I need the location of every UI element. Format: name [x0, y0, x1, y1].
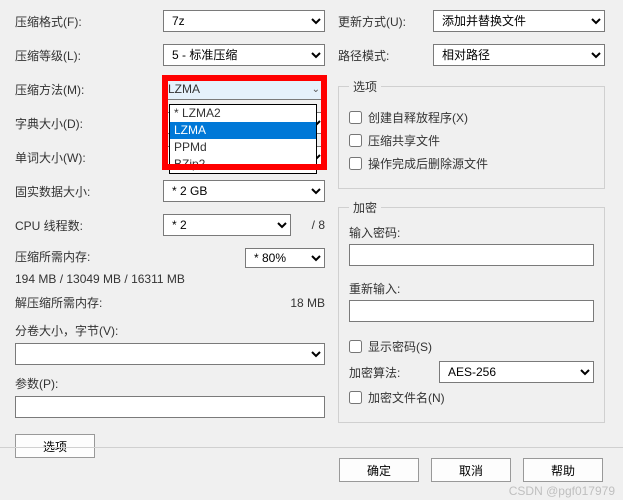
encryption-legend: 加密 — [349, 199, 381, 216]
watermark: CSDN @pgf017979 — [509, 484, 615, 498]
pathmode-label: 路径模式: — [338, 47, 433, 64]
password-label: 输入密码: — [349, 224, 594, 241]
dict-label: 字典大小(D): — [15, 115, 163, 132]
password-input[interactable] — [349, 244, 594, 266]
encryption-fieldset: 加密 输入密码: 重新输入: 显示密码(S) 加密算法: AES-256 加密文… — [338, 199, 605, 423]
method-option[interactable]: BZip2 — [170, 156, 316, 173]
repassword-input[interactable] — [349, 300, 594, 322]
mem-compress-label: 压缩所需内存: — [15, 248, 90, 268]
cpu-total: / 8 — [291, 218, 325, 232]
cpu-select[interactable]: * 2 — [163, 214, 291, 236]
params-input[interactable] — [15, 396, 325, 418]
cancel-button[interactable]: 取消 — [431, 458, 511, 482]
enc-method-label: 加密算法: — [349, 364, 439, 381]
chevron-down-icon: ⌄ — [312, 84, 320, 95]
sfx-checkbox[interactable] — [349, 111, 362, 124]
shared-label: 压缩共享文件 — [368, 132, 440, 149]
ok-button[interactable]: 确定 — [339, 458, 419, 482]
repassword-label: 重新输入: — [349, 280, 594, 297]
cpu-label: CPU 线程数: — [15, 217, 163, 234]
showpwd-label: 显示密码(S) — [368, 338, 432, 355]
method-label: 压缩方法(M): — [15, 81, 163, 98]
mem-decompress-value: 18 MB — [290, 294, 325, 312]
level-select[interactable]: 5 - 标准压缩 — [163, 44, 325, 66]
format-select[interactable]: 7z — [163, 10, 325, 32]
options-fieldset: 选项 创建自释放程序(X) 压缩共享文件 操作完成后删除源文件 — [338, 78, 605, 189]
method-dropdown[interactable]: * LZMA2LZMAPPMdBZip2 — [169, 104, 317, 174]
enc-method-select[interactable]: AES-256 — [439, 361, 594, 383]
enc-filename-checkbox[interactable] — [349, 391, 362, 404]
method-option[interactable]: LZMA — [170, 122, 316, 139]
delete-label: 操作完成后删除源文件 — [368, 155, 488, 172]
split-select[interactable] — [15, 343, 325, 365]
showpwd-checkbox[interactable] — [349, 340, 362, 353]
delete-checkbox[interactable] — [349, 157, 362, 170]
mem-compress-select[interactable]: * 80% — [245, 248, 325, 268]
sfx-label: 创建自释放程序(X) — [368, 109, 468, 126]
update-label: 更新方式(U): — [338, 13, 433, 30]
format-label: 压缩格式(F): — [15, 13, 163, 30]
params-label: 参数(P): — [15, 375, 325, 392]
update-select[interactable]: 添加并替换文件 — [433, 10, 605, 32]
level-label: 压缩等级(L): — [15, 47, 163, 64]
mem-decompress-label: 解压缩所需内存: — [15, 294, 102, 312]
enc-filename-label: 加密文件名(N) — [368, 389, 445, 406]
method-option[interactable]: * LZMA2 — [170, 105, 316, 122]
shared-checkbox[interactable] — [349, 134, 362, 147]
solid-label: 固实数据大小: — [15, 183, 163, 200]
split-label: 分卷大小，字节(V): — [15, 322, 325, 339]
options-legend: 选项 — [349, 78, 381, 95]
method-select[interactable]: LZMA ⌄ — [163, 78, 325, 100]
word-label: 单词大小(W): — [15, 149, 163, 166]
pathmode-select[interactable]: 相对路径 — [433, 44, 605, 66]
solid-select[interactable]: * 2 GB — [163, 180, 325, 202]
help-button[interactable]: 帮助 — [523, 458, 603, 482]
method-option[interactable]: PPMd — [170, 139, 316, 156]
mem-compress-detail: 194 MB / 13049 MB / 16311 MB — [15, 270, 325, 288]
